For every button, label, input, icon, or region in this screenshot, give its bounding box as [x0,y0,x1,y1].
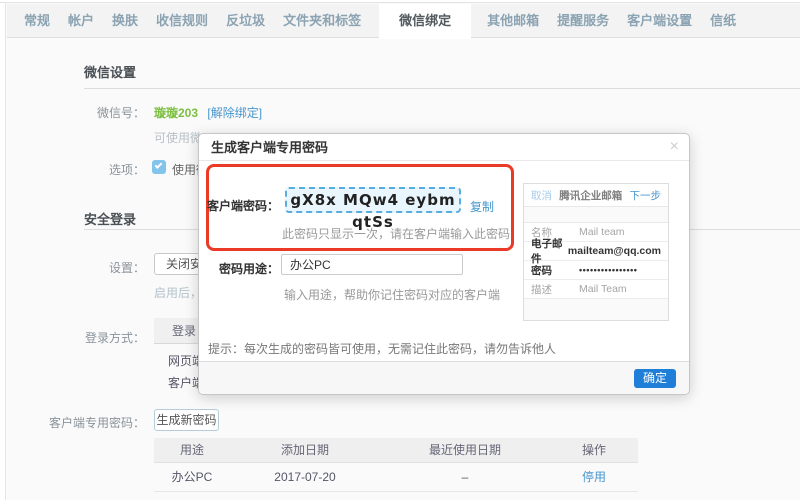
close-icon[interactable]: × [670,138,679,156]
purpose-hint: 输入用途，帮助你记住密码对应的客户端 [284,286,500,303]
wechat-id-value: 璇璇203 [154,106,198,120]
col-purpose: 用途 [154,438,230,462]
preview-password-label: 密码 [531,263,579,278]
client-password-field-label: 客户端密码： [199,197,279,214]
security-setting-label: 设置： [0,259,145,276]
options-label: 选项： [0,161,145,178]
check-icon [155,161,163,169]
password-once-hint: 此密码只显示一次，请在客户端输入此密码 [282,225,510,242]
security-enabled-hint: 启用后， [154,284,202,301]
copy-password-link[interactable]: 复制 [470,198,494,215]
mail-client-preview: 取消 腾讯企业邮箱 下一步 名称 Mail team 电子邮件 mailteam… [523,183,669,321]
wechat-id-label: 微信号： [0,104,145,121]
preview-email-value: mailteam@qq.com [568,245,661,257]
wechat-id-row: 璇璇203 [解除绑定] [154,104,262,121]
preview-next-label: 下一步 [630,188,662,203]
dialog-title: 生成客户端专用密码 [199,134,689,161]
generated-password-box[interactable]: gX8x MQw4 eybm qtSs [285,187,461,213]
preview-header: 取消 腾讯企业邮箱 下一步 [524,184,668,207]
tab-mail-rules[interactable]: 收信规则 [156,4,208,37]
purpose-input[interactable] [281,254,463,275]
tab-stationery[interactable]: 信纸 [710,4,736,37]
preview-row-password: 密码 •••••••••••••••• [524,261,668,280]
preview-email-label: 电子邮件 [531,236,568,266]
window-top-border [0,0,800,3]
tab-reminder-service[interactable]: 提醒服务 [557,4,609,37]
preview-title: 腾讯企业邮箱 [559,188,622,203]
purpose-field-label: 密码用途： [199,260,279,277]
preview-row-email: 电子邮件 mailteam@qq.com [524,242,668,261]
section-title-wechat-settings: 微信设置 [84,62,136,81]
preview-description-label: 描述 [531,282,579,297]
preview-password-value: •••••••••••••••• [579,265,637,275]
col-date-added: 添加日期 [230,438,380,462]
dialog-header: 生成客户端专用密码 × [199,134,689,161]
generate-password-dialog: 生成客户端专用密码 × 客户端密码： gX8x MQw4 eybm qtSs 复… [198,133,690,395]
table-row: 办公PC 2017-07-20 – 停用 [154,463,638,492]
cell-date-added: 2017-07-20 [230,463,380,491]
tab-wechat-binding[interactable]: 微信绑定 [379,4,471,39]
disable-password-link[interactable]: 停用 [550,463,638,491]
cell-purpose: 办公PC [154,463,230,491]
section-divider [84,88,800,89]
tab-folders-labels[interactable]: 文件夹和标签 [283,4,361,37]
tab-anti-spam[interactable]: 反垃圾 [226,4,265,37]
col-action: 操作 [550,438,638,462]
settings-tabbar: 常规 帐户 换肤 收信规则 反垃圾 文件夹和标签 微信绑定 其他邮箱 提醒服务 … [7,4,800,38]
cell-last-used: – [380,463,550,491]
mail-settings-page: 常规 帐户 换肤 收信规则 反垃圾 文件夹和标签 微信绑定 其他邮箱 提醒服务 … [0,0,800,500]
tab-general[interactable]: 常规 [24,4,50,37]
tab-other-mailboxes[interactable]: 其他邮箱 [487,4,539,37]
window-left-border [0,3,6,500]
preview-name-value: Mail team [579,226,625,238]
unbind-link[interactable]: [解除绑定] [207,106,262,120]
generate-password-button[interactable]: 生成新密码 [154,409,219,431]
confirm-button[interactable]: 确定 [634,369,676,388]
preview-description-value: Mail Team [579,283,627,295]
options-checkbox[interactable] [152,160,166,174]
wechat-hint-text: 可使用微 [154,129,202,146]
dialog-footer: 确定 [199,361,689,394]
preview-spacer [524,207,668,223]
preview-row-description: 描述 Mail Team [524,280,668,299]
client-passwords-table: 用途 添加日期 最近使用日期 操作 办公PC 2017-07-20 – 停用 [154,438,638,492]
section-title-security-login: 安全登录 [84,209,136,228]
client-password-label: 客户端专用密码： [0,414,145,431]
col-last-used: 最近使用日期 [380,438,550,462]
tab-accounts[interactable]: 帐户 [68,4,94,37]
tab-skin[interactable]: 换肤 [112,4,138,37]
login-method-label: 登录方式： [0,329,145,346]
dialog-tip-text: 提示：每次生成的密码皆可使用，无需记住此密码，请勿告诉他人 [208,340,556,357]
table-header-row: 用途 添加日期 最近使用日期 操作 [154,438,638,463]
tab-client-settings[interactable]: 客户端设置 [627,4,692,37]
preview-cancel-label: 取消 [531,188,552,203]
